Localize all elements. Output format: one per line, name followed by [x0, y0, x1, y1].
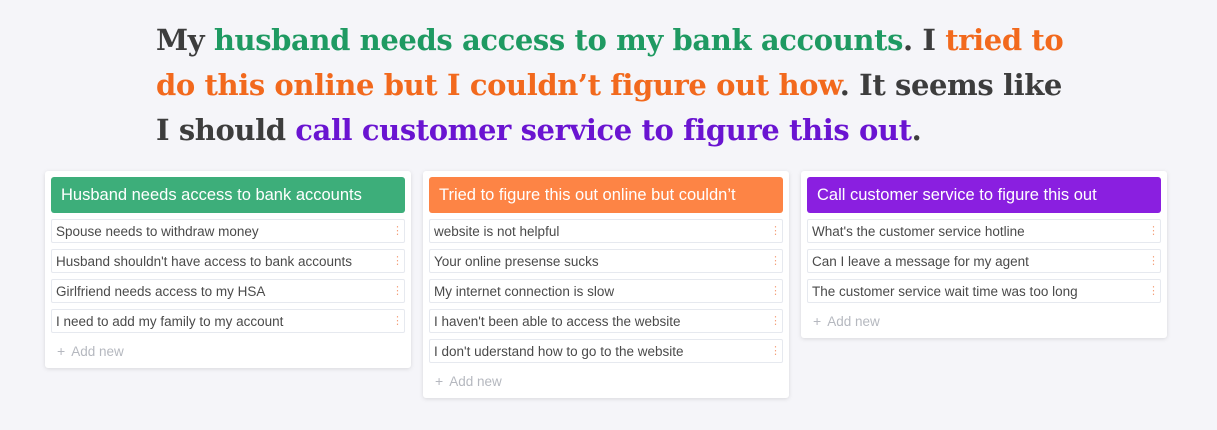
item-text: The customer service wait time was too l… [812, 283, 1078, 299]
kebab-icon[interactable]: ⋮ [1148, 285, 1159, 297]
item-list: Spouse needs to withdraw money ⋮ Husband … [51, 219, 405, 333]
column-header[interactable]: Tried to figure this out online but coul… [429, 177, 783, 213]
list-item[interactable]: What's the customer service hotline ⋮ [807, 219, 1161, 243]
list-item[interactable]: I need to add my family to my account ⋮ [51, 309, 405, 333]
list-item[interactable]: My internet connection is slow ⋮ [429, 279, 783, 303]
plus-icon: + [435, 373, 444, 389]
item-text: I need to add my family to my account [56, 313, 284, 329]
headline-part-4: . [911, 113, 922, 147]
column-card-customer-service: Call customer service to figure this out… [801, 171, 1167, 338]
list-item[interactable]: website is not helpful ⋮ [429, 219, 783, 243]
item-text: Your online presense sucks [434, 253, 599, 269]
list-item[interactable]: Your online presense sucks ⋮ [429, 249, 783, 273]
column-card-online: Tried to figure this out online but coul… [423, 171, 789, 398]
add-new-label: Add new [827, 313, 880, 329]
headline-highlight-purple: call customer service to figure this out [295, 113, 912, 147]
item-text: Spouse needs to withdraw money [56, 223, 259, 239]
item-text: My internet connection is slow [434, 283, 615, 299]
kebab-icon[interactable]: ⋮ [770, 345, 781, 357]
item-text: What's the customer service hotline [812, 223, 1025, 239]
list-item[interactable]: The customer service wait time was too l… [807, 279, 1161, 303]
kebab-icon[interactable]: ⋮ [392, 285, 403, 297]
kebab-icon[interactable]: ⋮ [770, 255, 781, 267]
kebab-icon[interactable]: ⋮ [770, 285, 781, 297]
headline-part-2: . I [903, 23, 946, 57]
headline-highlight-green: husband needs access to my bank accounts [213, 23, 904, 57]
column-card-husband: Husband needs access to bank accounts Sp… [45, 171, 411, 368]
item-list: What's the customer service hotline ⋮ Can… [807, 219, 1161, 303]
headline-text: My husband needs access to my bank accou… [156, 18, 1076, 153]
add-new-label: Add new [71, 343, 124, 359]
list-item[interactable]: I don't uderstand how to go to the websi… [429, 339, 783, 363]
list-item[interactable]: Can I leave a message for my agent ⋮ [807, 249, 1161, 273]
item-text: Can I leave a message for my agent [812, 253, 1029, 269]
kebab-icon[interactable]: ⋮ [770, 315, 781, 327]
list-item[interactable]: Girlfriend needs access to my HSA ⋮ [51, 279, 405, 303]
kebab-icon[interactable]: ⋮ [392, 225, 403, 237]
add-new-label: Add new [449, 373, 502, 389]
item-text: I don't uderstand how to go to the websi… [434, 343, 684, 359]
kebab-icon[interactable]: ⋮ [770, 225, 781, 237]
list-item[interactable]: Husband shouldn't have access to bank ac… [51, 249, 405, 273]
add-new-button[interactable]: + Add new [51, 340, 405, 362]
plus-icon: + [57, 343, 66, 359]
kebab-icon[interactable]: ⋮ [392, 255, 403, 267]
list-item[interactable]: Spouse needs to withdraw money ⋮ [51, 219, 405, 243]
kebab-icon[interactable]: ⋮ [1148, 255, 1159, 267]
add-new-button[interactable]: + Add new [429, 370, 783, 392]
headline-part-1: My [156, 23, 214, 57]
plus-icon: + [813, 313, 822, 329]
add-new-button[interactable]: + Add new [807, 310, 1161, 332]
item-text: Girlfriend needs access to my HSA [56, 283, 266, 299]
item-text: I haven't been able to access the websit… [434, 313, 681, 329]
kebab-icon[interactable]: ⋮ [1148, 225, 1159, 237]
kebab-icon[interactable]: ⋮ [392, 315, 403, 327]
column-header[interactable]: Call customer service to figure this out [807, 177, 1161, 213]
item-list: website is not helpful ⋮ Your online pres… [429, 219, 783, 363]
item-text: website is not helpful [434, 223, 560, 239]
item-text: Husband shouldn't have access to bank ac… [56, 253, 353, 269]
column-header[interactable]: Husband needs access to bank accounts [51, 177, 405, 213]
list-item[interactable]: I haven't been able to access the websit… [429, 309, 783, 333]
